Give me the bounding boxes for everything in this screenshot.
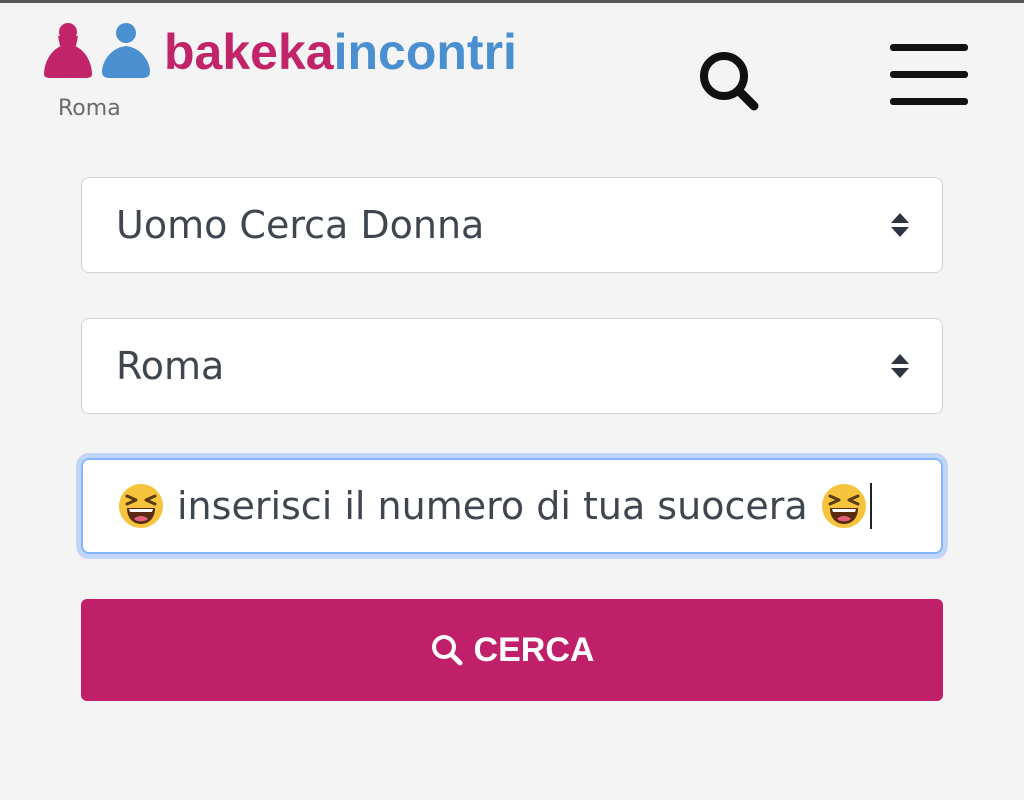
select-arrows-icon <box>891 354 909 378</box>
text-cursor <box>869 483 872 529</box>
search-input[interactable]: inserisci il numero di tua suocera <box>81 458 943 554</box>
cerca-button[interactable]: CERCA <box>81 599 943 701</box>
menu-icon <box>890 44 968 51</box>
city-label: Roma <box>58 96 121 121</box>
select-arrows-icon <box>891 213 909 237</box>
search-button[interactable] <box>696 48 760 112</box>
brand-name-part1: bakeka <box>164 24 334 80</box>
couple-logo-icon <box>44 23 150 78</box>
status-divider <box>0 0 1024 3</box>
category-select-value: Uomo Cerca Donna <box>116 203 485 247</box>
search-icon <box>700 52 759 111</box>
city-select-value: Roma <box>116 344 225 388</box>
brand-name: bakekaincontri <box>164 22 517 82</box>
search-input-text: inserisci il numero di tua suocera <box>177 484 808 528</box>
menu-icon-bar <box>890 71 968 78</box>
city-select[interactable]: Roma <box>81 318 943 414</box>
cerca-button-label: CERCA <box>473 630 595 669</box>
site-logo[interactable]: bakekaincontri <box>42 22 517 82</box>
brand-name-part2: incontri <box>333 24 517 80</box>
menu-icon-bar <box>890 98 968 105</box>
laughing-emoji-icon <box>119 484 163 528</box>
laughing-emoji-icon <box>821 484 866 528</box>
category-select[interactable]: Uomo Cerca Donna <box>81 177 943 273</box>
menu-button[interactable] <box>888 42 970 108</box>
search-icon <box>431 635 463 666</box>
